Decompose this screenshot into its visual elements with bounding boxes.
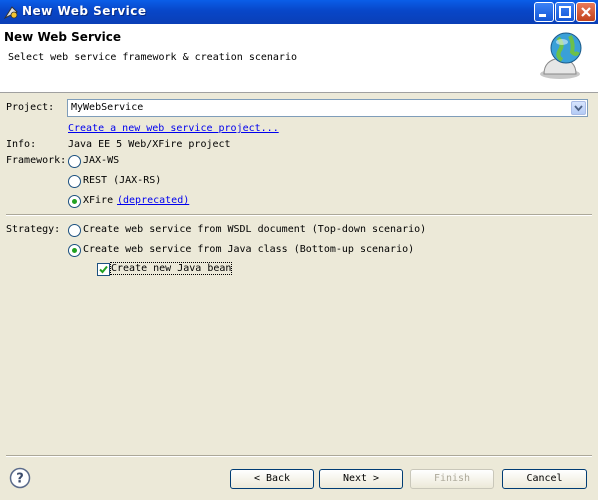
create-project-link[interactable]: Create a new web service project... [68, 123, 279, 134]
finish-button[interactable]: Finish [410, 469, 494, 489]
minimize-button[interactable] [534, 2, 554, 22]
jaxws-label: JAX-WS [83, 155, 120, 166]
xfire-deprecated-link[interactable]: (deprecated) [117, 195, 189, 206]
strategy-label: Strategy: [6, 224, 61, 235]
project-dropdown-button[interactable] [571, 101, 586, 115]
info-label: Info: [6, 139, 37, 150]
chevron-down-icon [574, 105, 583, 112]
xfire-radio[interactable] [68, 195, 81, 208]
jaxws-radio[interactable] [68, 155, 81, 168]
help-icon[interactable]: ? [9, 467, 31, 489]
close-icon [581, 7, 591, 17]
checkmark-icon [99, 265, 108, 274]
next-button[interactable]: Next > [319, 469, 403, 489]
project-label: Project: [6, 102, 55, 113]
xfire-label: XFire [83, 195, 114, 206]
rest-label: REST (JAX-RS) [83, 175, 162, 186]
framework-label: Framework: [6, 155, 67, 166]
close-button[interactable] [576, 2, 596, 22]
page-title: New Web Service [4, 30, 122, 44]
minimize-icon [539, 14, 546, 17]
title-bar[interactable]: New Web Service [0, 0, 598, 24]
footer-separator [6, 455, 592, 457]
separator [6, 214, 592, 216]
top-down-label: Create web service from WSDL document (T… [83, 224, 427, 235]
web-service-icon [3, 6, 18, 20]
info-value: Java EE 5 Web/XFire project [68, 139, 231, 150]
project-select-value: MyWebService [71, 102, 144, 113]
svg-text:?: ? [16, 472, 24, 487]
globe-bell-icon [540, 32, 582, 79]
maximize-icon [559, 6, 571, 18]
wizard-header: New Web Service Select web service frame… [0, 24, 598, 93]
bottom-up-label: Create web service from Java class (Bott… [83, 244, 415, 255]
page-description: Select web service framework & creation … [8, 52, 297, 63]
maximize-button[interactable] [555, 2, 575, 22]
back-button[interactable]: < Back [230, 469, 314, 489]
top-down-radio[interactable] [68, 224, 81, 237]
create-java-bean-label: Create new Java bean [109, 262, 233, 275]
project-select[interactable]: MyWebService [67, 99, 588, 117]
rest-radio[interactable] [68, 175, 81, 188]
create-java-bean-checkbox[interactable] [97, 263, 110, 276]
window-title: New Web Service [22, 4, 147, 18]
cancel-button[interactable]: Cancel [502, 469, 587, 489]
bottom-up-radio[interactable] [68, 244, 81, 257]
